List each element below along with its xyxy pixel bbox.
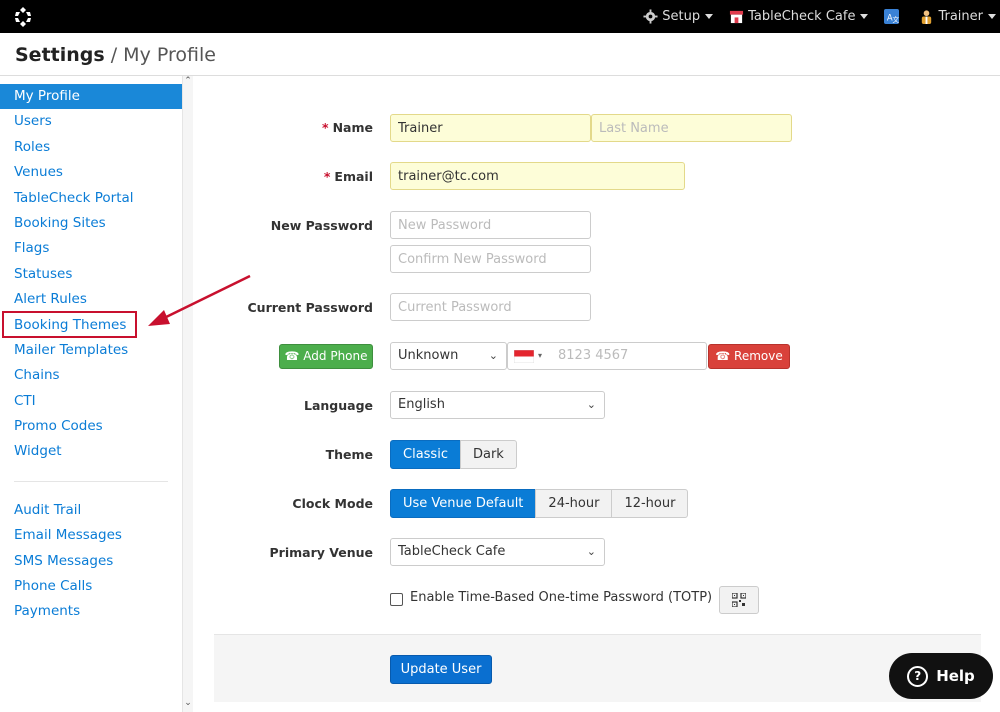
- name-label: * Name: [322, 120, 373, 135]
- sidebar-item-sms-messages[interactable]: SMS Messages: [0, 549, 182, 574]
- confirm-password-input[interactable]: [390, 245, 591, 273]
- phone-icon: ☎: [715, 349, 731, 363]
- top-navbar: Setup TableCheck Cafe A 文 Trainer: [0, 0, 1000, 33]
- sidebar-item-my-profile[interactable]: My Profile: [0, 84, 182, 110]
- user-menu[interactable]: Trainer: [919, 9, 996, 24]
- chevron-down-icon: [705, 14, 714, 19]
- clock-mode-toggle: Use Venue Default 24-hour 12-hour: [390, 489, 689, 518]
- qr-code-button[interactable]: [719, 586, 759, 614]
- sidebar-item-tablecheck-portal[interactable]: TableCheck Portal: [0, 186, 182, 211]
- page-title: Settings / My Profile: [15, 44, 216, 66]
- remove-phone-button[interactable]: ☎ Remove: [708, 344, 790, 369]
- clock-option-24-hour[interactable]: 24-hour: [535, 489, 613, 518]
- setup-label: Setup: [662, 9, 701, 24]
- chevron-down-icon: ⌄: [586, 545, 596, 558]
- sidebar-item-roles[interactable]: Roles: [0, 135, 182, 160]
- user-label: Trainer: [938, 9, 983, 24]
- sidebar-item-chains[interactable]: Chains: [0, 363, 182, 388]
- svg-text:文: 文: [893, 15, 900, 24]
- chevron-down-icon: [860, 14, 869, 19]
- sidebar-item-payments[interactable]: Payments: [0, 599, 182, 624]
- clock-mode-label: Clock Mode: [292, 496, 373, 511]
- phone-type-select[interactable]: Unknown ⌄: [390, 342, 507, 370]
- user-avatar-icon: [922, 10, 932, 24]
- sidebar-item-email-messages[interactable]: Email Messages: [0, 523, 182, 548]
- theme-option-dark[interactable]: Dark: [459, 440, 517, 469]
- current-password-input[interactable]: [390, 293, 591, 321]
- tablecheck-logo-icon[interactable]: [12, 6, 34, 28]
- primary-venue-label: Primary Venue: [269, 545, 373, 560]
- email-label: * Email: [323, 169, 373, 184]
- chevron-down-icon: [988, 14, 996, 19]
- required-asterisk: *: [323, 169, 331, 184]
- new-password-input[interactable]: [390, 211, 591, 239]
- chevron-down-icon: ⌄: [586, 398, 596, 411]
- sidebar-nav: My Profile Users Roles Venues TableCheck…: [0, 84, 182, 625]
- gear-icon: [643, 9, 658, 24]
- sidebar-item-cti[interactable]: CTI: [0, 389, 182, 414]
- sidebar-item-audit-trail[interactable]: Audit Trail: [0, 498, 182, 523]
- add-phone-button[interactable]: ☎ Add Phone: [279, 344, 373, 369]
- venue-menu[interactable]: TableCheck Cafe: [729, 9, 869, 24]
- scroll-up-arrow-icon[interactable]: ⌃: [183, 76, 193, 86]
- page-header: Settings / My Profile: [0, 33, 1000, 76]
- question-mark-icon: ?: [907, 665, 929, 687]
- sidebar-item-mailer-templates[interactable]: Mailer Templates: [0, 338, 182, 363]
- totp-checkbox[interactable]: [390, 593, 403, 606]
- totp-label: Enable Time-Based One-time Password (TOT…: [410, 590, 713, 605]
- language-select[interactable]: English ⌄: [390, 391, 605, 419]
- breadcrumb-section: Settings: [15, 44, 105, 66]
- sidebar-divider: [14, 480, 168, 482]
- language-switch[interactable]: A 文: [884, 9, 903, 24]
- clock-option-venue-default[interactable]: Use Venue Default: [390, 489, 537, 518]
- annotation-highlight-box: [2, 311, 137, 338]
- theme-toggle: Classic Dark: [390, 440, 517, 469]
- phone-icon: ☎: [284, 349, 300, 363]
- phone-number-input[interactable]: ▾ 8123 4567: [507, 342, 707, 370]
- help-button[interactable]: ? Help: [889, 653, 993, 699]
- setup-menu[interactable]: Setup: [643, 9, 714, 24]
- sidebar-item-widget[interactable]: Widget: [0, 439, 182, 464]
- current-password-label: Current Password: [247, 300, 374, 315]
- chevron-down-icon: ▾: [538, 351, 543, 360]
- sidebar-scrollbar[interactable]: [183, 76, 193, 712]
- breadcrumb-page: My Profile: [123, 44, 216, 66]
- language-label: Language: [303, 398, 373, 413]
- profile-form: *Name *Email New Password Current Passwo…: [193, 76, 1000, 712]
- sidebar-item-users[interactable]: Users: [0, 109, 182, 134]
- venue-label: TableCheck Cafe: [748, 9, 856, 24]
- sidebar-item-venues[interactable]: Venues: [0, 160, 182, 185]
- scroll-down-arrow-icon[interactable]: ⌄: [183, 698, 193, 708]
- clock-option-12-hour[interactable]: 12-hour: [611, 489, 689, 518]
- breadcrumb-separator: /: [104, 44, 124, 66]
- update-user-button[interactable]: Update User: [390, 655, 492, 684]
- first-name-input[interactable]: [390, 114, 591, 142]
- store-icon: [730, 10, 744, 24]
- chevron-down-icon: ⌄: [488, 349, 498, 362]
- settings-sidebar: My Profile Users Roles Venues TableCheck…: [0, 76, 183, 712]
- form-footer: Update User: [214, 634, 981, 702]
- translate-icon: A 文: [884, 9, 900, 24]
- qr-code-icon: [732, 593, 746, 607]
- sidebar-item-booking-sites[interactable]: Booking Sites: [0, 211, 182, 236]
- sidebar-item-promo-codes[interactable]: Promo Codes: [0, 414, 182, 439]
- primary-venue-select[interactable]: TableCheck Cafe ⌄: [390, 538, 605, 566]
- sidebar-item-phone-calls[interactable]: Phone Calls: [0, 574, 182, 599]
- new-password-label: New Password: [270, 218, 373, 233]
- email-input[interactable]: [390, 162, 685, 190]
- required-asterisk: *: [322, 120, 329, 135]
- last-name-input[interactable]: [591, 114, 792, 142]
- sidebar-item-flags[interactable]: Flags: [0, 236, 182, 261]
- theme-option-classic[interactable]: Classic: [390, 440, 461, 469]
- singapore-flag-icon[interactable]: [514, 350, 534, 363]
- theme-label: Theme: [325, 447, 373, 462]
